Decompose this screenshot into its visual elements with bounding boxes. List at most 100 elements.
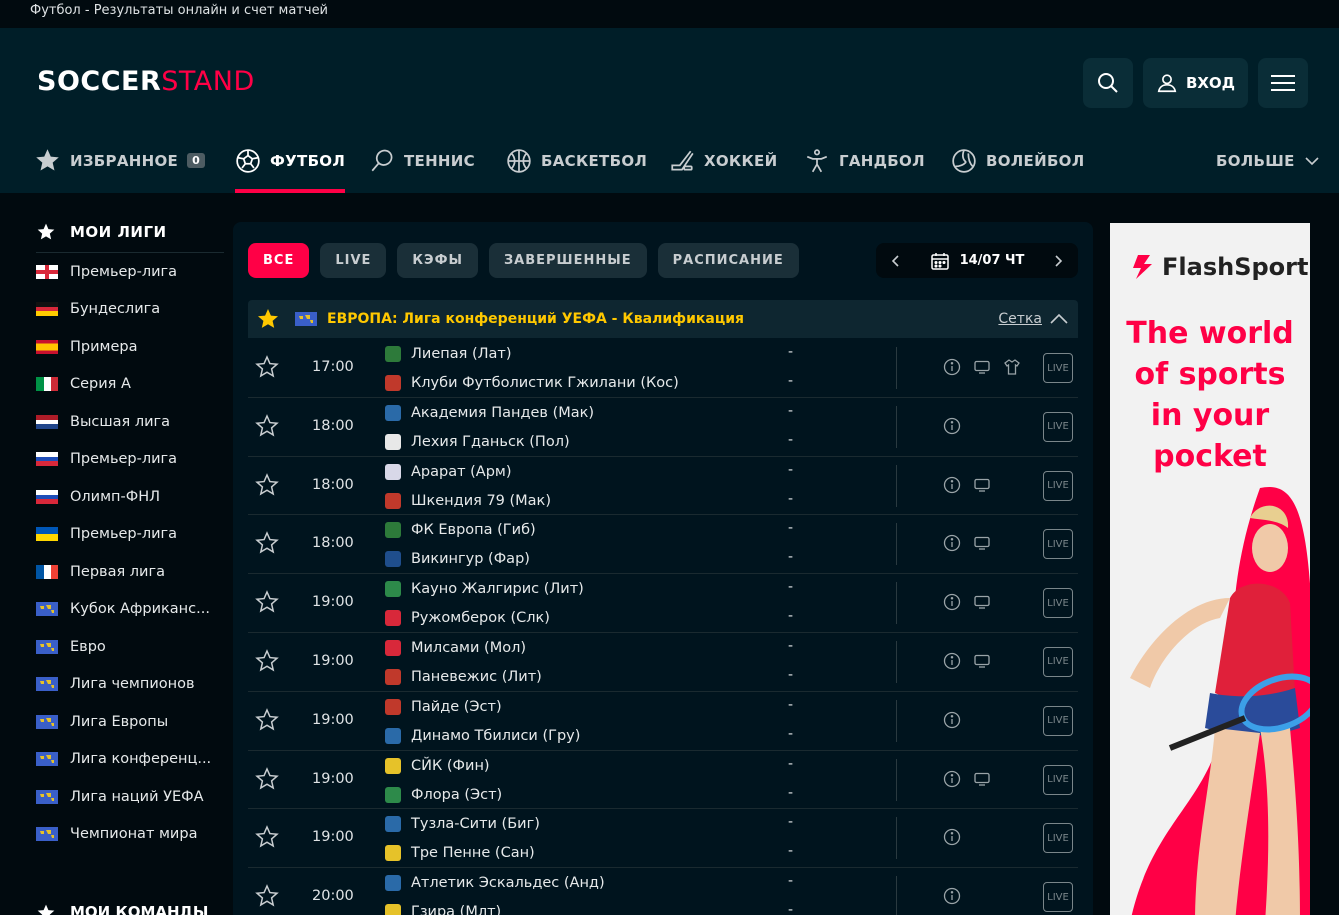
live-button[interactable]: LIVE [1043,411,1073,442]
sidebar-item-league[interactable]: Премьер-лига [36,516,224,554]
search-button[interactable] [1083,58,1133,108]
info-icon[interactable] [943,770,961,792]
nav-favorites[interactable]: ИЗБРАННОЕ 0 [34,128,206,193]
nav-handball[interactable]: ГАНДБОЛ [804,128,925,193]
team-crest-icon [385,904,401,915]
info-icon[interactable] [943,887,961,909]
lineup-shirt-icon[interactable] [1003,358,1021,380]
sidebar-item-league[interactable]: Чемпионат мира [36,816,224,854]
favorite-star-icon[interactable] [255,766,279,795]
nav-more[interactable]: БОЛЬШЕ [1216,128,1320,193]
live-button[interactable]: LIVE [1043,882,1073,913]
star-filled-icon[interactable] [256,307,280,331]
match-row[interactable]: 18:00 ФК Европа (Гиб) Викингур (Фар) - -… [248,515,1078,575]
team-crest-icon [385,757,401,774]
filter-odds[interactable]: КЭФЫ [397,243,478,278]
live-button[interactable]: LIVE [1043,705,1073,736]
tv-icon[interactable] [973,476,991,498]
filter-all[interactable]: ВСЕ [248,243,310,278]
sidebar-item-league[interactable]: Евро [36,628,224,666]
sidebar-item-league[interactable]: Примера [36,328,224,366]
home-team-name: ФК Европа (Гиб) [411,522,536,539]
match-row[interactable]: 18:00 Арарат (Арм) Шкендия 79 (Мак) - - … [248,457,1078,516]
info-icon[interactable] [943,534,961,556]
nav-tennis[interactable]: ТЕННИС [369,128,475,193]
nav-hockey[interactable]: ХОККЕЙ [669,128,777,193]
nav-volleyball[interactable]: ВОЛЕЙБОЛ [951,128,1085,193]
info-icon[interactable] [943,593,961,615]
sidebar-item-league[interactable]: Высшая лига [36,403,224,441]
tv-icon[interactable] [973,770,991,792]
match-row[interactable]: 17:00 Лиепая (Лат) Клуби Футболистик Гжи… [248,339,1078,398]
info-icon[interactable] [943,417,961,439]
sidebar-item-league[interactable]: Лига наций УЕФА [36,778,224,816]
sidebar-item-league[interactable]: Лига чемпионов [36,666,224,704]
match-row[interactable]: 19:00 СЙК (Фин) Флора (Эст) - - LIVE [248,751,1078,810]
match-row[interactable]: 19:00 Милсами (Мол) Паневежис (Лит) - - … [248,633,1078,692]
match-row[interactable]: 19:00 Тузла-Сити (Биг) Тре Пенне (Сан) -… [248,809,1078,869]
favorite-star-icon[interactable] [255,649,279,677]
ad-banner[interactable]: FlashSport The world of sports in your p… [1110,223,1310,915]
filter-schedule[interactable]: РАСПИСАНИЕ [657,243,799,278]
favorite-star-icon[interactable] [255,472,279,501]
logo[interactable]: SOCCERSTAND [37,66,255,97]
tv-icon[interactable] [973,534,991,556]
tv-icon[interactable] [973,652,991,674]
date-display[interactable]: 14/07 ЧТ [930,251,1024,271]
sidebar-item-league[interactable]: Премьер-лига [36,253,224,291]
sidebar-item-label: Премьер-лига [70,526,178,543]
nav-basketball[interactable]: БАСКЕТБОЛ [506,128,647,193]
menu-button[interactable] [1258,58,1308,108]
favorite-star-icon[interactable] [255,590,279,618]
favorite-star-icon[interactable] [255,707,279,736]
filter-live[interactable]: LIVE [320,243,387,278]
nav-football[interactable]: ФУТБОЛ [235,128,346,193]
sidebar-item-league[interactable]: Лига Европы [36,703,224,741]
chevron-right-icon[interactable] [1052,254,1064,268]
sidebar-item-league[interactable]: Первая лига [36,553,224,591]
live-button[interactable]: LIVE [1043,823,1073,854]
chevron-left-icon[interactable] [890,254,902,268]
live-button[interactable]: LIVE [1043,646,1073,677]
info-icon[interactable] [943,358,961,380]
match-row[interactable]: 19:00 Кауно Жалгирис (Лит) Ружомберок (С… [248,574,1078,633]
sidebar-item-league[interactable]: Кубок Африканс... [36,591,224,629]
info-icon[interactable] [943,652,961,674]
league-name[interactable]: ЕВРОПА: Лига конференций УЕФА - Квалифик… [327,311,744,327]
home-team-name: Пайде (Эст) [411,698,502,715]
match-row[interactable]: 19:00 Пайде (Эст) Динамо Тбилиси (Гру) -… [248,692,1078,751]
bracket-link[interactable]: Сетка [998,311,1068,327]
sidebar-item-league[interactable]: Серия А [36,366,224,404]
favorite-star-icon[interactable] [255,355,279,383]
sidebar-item-league[interactable]: Олимп-ФНЛ [36,478,224,516]
match-icons [943,770,991,792]
live-button[interactable]: LIVE [1043,353,1073,383]
tv-icon[interactable] [973,593,991,615]
favorite-star-icon[interactable] [255,825,279,853]
info-icon[interactable] [943,828,961,850]
team-crest-icon [385,463,401,480]
live-button[interactable]: LIVE [1043,764,1073,795]
login-button[interactable]: ВХОД [1143,58,1248,108]
live-button[interactable]: LIVE [1043,470,1073,501]
match-time: 20:00 [312,888,354,905]
home-score: - [788,520,794,537]
tv-icon[interactable] [973,358,991,380]
row-divider [896,817,897,860]
sidebar-item-league[interactable]: Лига конференц... [36,741,224,779]
info-icon[interactable] [943,476,961,498]
favorite-star-icon[interactable] [255,531,279,559]
favorite-star-icon[interactable] [255,413,279,442]
live-button[interactable]: LIVE [1043,588,1073,619]
match-icons [943,887,961,909]
favorite-star-icon[interactable] [255,884,279,912]
sidebar-item-league[interactable]: Бундеслига [36,291,224,329]
match-row[interactable]: 20:00 Атлетик Эскальдес (Анд) Гзира (Млт… [248,868,1078,915]
match-row[interactable]: 18:00 Академия Пандев (Мак) Лехия Гданьс… [248,398,1078,457]
league-header: ЕВРОПА: Лига конференций УЕФА - Квалифик… [248,300,1078,338]
sidebar-my-teams[interactable]: МОИ КОМАНДЫ [36,903,208,915]
live-button[interactable]: LIVE [1043,529,1073,560]
filter-finished[interactable]: ЗАВЕРШЕННЫЕ [488,243,647,278]
info-icon[interactable] [943,711,961,733]
sidebar-item-league[interactable]: Премьер-лига [36,441,224,479]
